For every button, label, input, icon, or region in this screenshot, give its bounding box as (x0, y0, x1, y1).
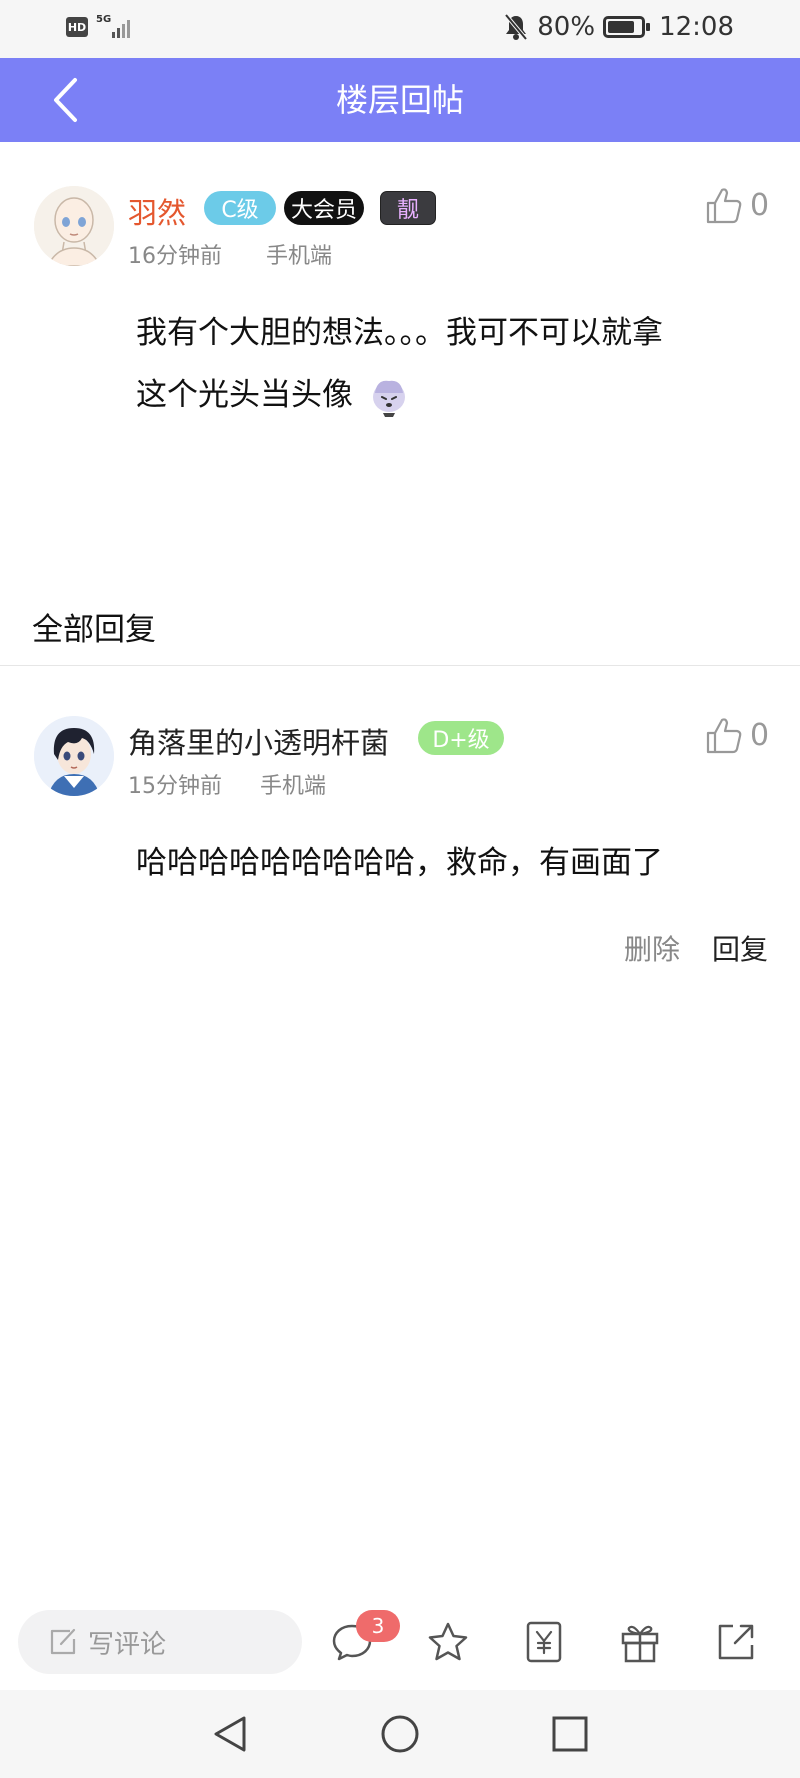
network-type: 5G (96, 14, 112, 25)
reply-level-badge: D+级 (418, 721, 504, 755)
star-icon (428, 1622, 468, 1661)
nav-back-button[interactable] (206, 1710, 254, 1758)
sticker-emoji-icon (373, 380, 405, 417)
reply-avatar-image (34, 716, 114, 796)
nav-home-icon (381, 1715, 419, 1753)
mute-bell-icon (504, 13, 528, 41)
post-author-name[interactable]: 羽然 (128, 190, 186, 232)
reply-device: 手机端 (260, 774, 327, 799)
style-badge: 靓 (380, 191, 436, 225)
delete-button[interactable]: 删除 (624, 928, 680, 968)
reply-content: 哈哈哈哈哈哈哈哈哈，救命，有画面了 (136, 845, 663, 881)
reply-time: 15分钟前 (128, 774, 222, 799)
nav-recent-button[interactable] (546, 1710, 594, 1758)
status-bar: HD 5G 80% 12:08 (0, 0, 800, 58)
coin-icon (526, 1621, 562, 1663)
favorite-button[interactable] (422, 1616, 474, 1668)
nav-home-button[interactable] (376, 1710, 424, 1758)
write-comment-input[interactable]: 写评论 (18, 1610, 302, 1674)
post-content-line-2-text: 这个光头当头像 (136, 377, 353, 413)
post-time: 16分钟前 (128, 244, 222, 269)
bottom-action-bar: 写评论 3 (0, 1594, 800, 1690)
gift-icon (621, 1625, 659, 1663)
reply-like-button[interactable]: 0 (706, 716, 769, 754)
hd-icon: HD (66, 17, 88, 37)
post-content: 我有个大胆的想法。。。我可不可以就拿 这个光头当头像 (136, 302, 756, 426)
author-avatar[interactable] (34, 186, 114, 266)
vip-badge: 大会员 (284, 191, 364, 225)
coin-button[interactable] (518, 1616, 570, 1668)
avatar-image (34, 186, 114, 266)
section-divider (0, 665, 800, 666)
post-like-count: 0 (750, 187, 770, 223)
comment-count-badge: 3 (356, 1610, 400, 1642)
battery-level (608, 21, 635, 33)
nav-recent-icon (552, 1716, 588, 1752)
app-header: 楼层回帖 (0, 58, 800, 142)
post-content-line-2: 这个光头当头像 (136, 364, 756, 426)
battery-icon (603, 16, 651, 38)
thumb-up-icon (706, 188, 742, 224)
signal-icon (112, 20, 130, 38)
level-badge: C级 (204, 191, 276, 225)
reply-button[interactable]: 回复 (712, 928, 768, 968)
nav-back-icon (214, 1716, 246, 1752)
page-title: 楼层回帖 (335, 81, 464, 119)
all-replies-title: 全部回复 (32, 612, 156, 648)
reply-author-avatar[interactable] (34, 716, 114, 796)
post-like-button[interactable]: 0 (706, 186, 769, 224)
page: HD 5G 80% 12:08 楼层回帖 羽然 C级 大会员 靓 16分钟前 手… (0, 0, 800, 1778)
clock: 12:08 (659, 12, 734, 42)
system-nav-bar (0, 1690, 800, 1778)
status-left: HD (66, 17, 88, 37)
battery-percent: 80% (537, 12, 596, 42)
gift-button[interactable] (614, 1616, 666, 1668)
thumb-up-icon (706, 718, 742, 754)
post-content-line-1: 我有个大胆的想法。。。我可不可以就拿 (136, 315, 663, 351)
edit-icon (50, 1628, 76, 1655)
status-right: 80% 12:08 (503, 12, 734, 42)
reply-like-count: 0 (750, 717, 770, 753)
reply-author-name[interactable]: 角落里的小透明杆菌 (128, 720, 389, 762)
post-device: 手机端 (266, 244, 333, 269)
share-button[interactable] (710, 1616, 762, 1668)
write-comment-placeholder: 写评论 (88, 1629, 167, 1660)
share-icon (718, 1624, 754, 1660)
